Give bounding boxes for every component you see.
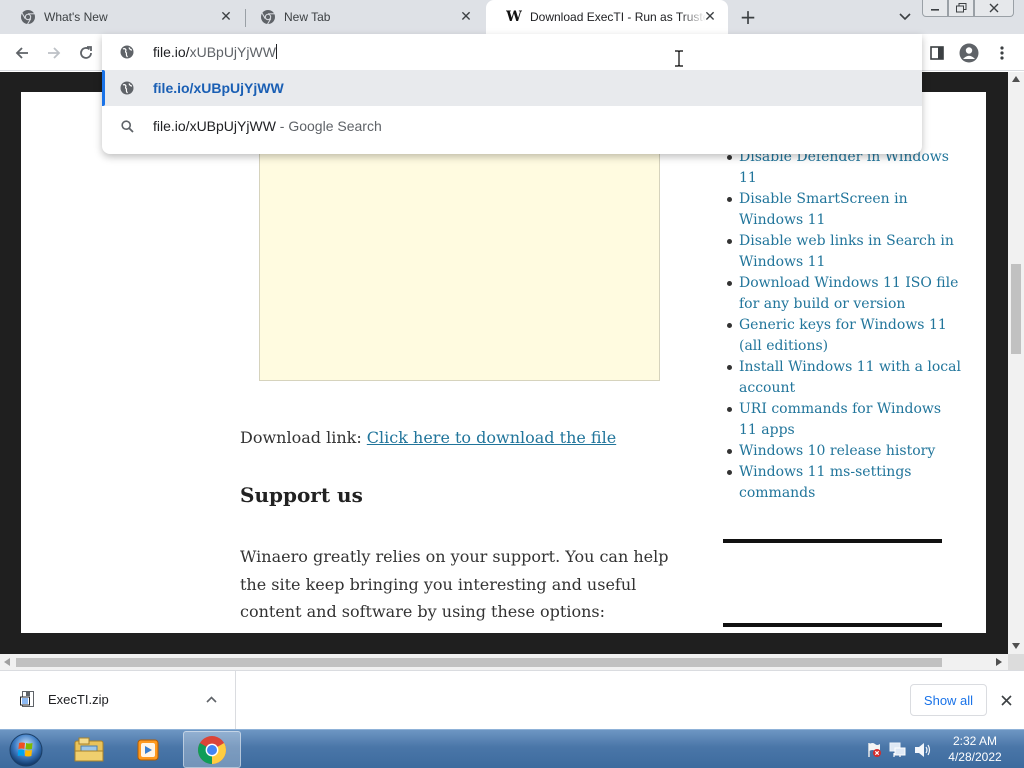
scrollbar-corner [1008, 654, 1024, 670]
sidebar-link[interactable]: URI commands for Windows 11 apps [723, 399, 963, 441]
horizontal-scrollbar[interactable] [0, 654, 1008, 670]
taskbar-chrome[interactable] [183, 731, 241, 768]
zip-file-icon [20, 691, 34, 707]
profile-avatar-icon[interactable] [957, 41, 981, 65]
suggestion-text: file.io/xUBpUjYjWW - Google Search [153, 118, 382, 134]
download-line: Download link: Click here to download th… [240, 428, 616, 447]
tab-title: New Tab [284, 10, 331, 24]
scroll-right-arrow-icon[interactable] [996, 658, 1002, 666]
chrome-icon [20, 9, 36, 25]
sidebar-link[interactable]: Disable SmartScreen in Windows 11 [723, 189, 963, 231]
address-path: xUBpUjYjWW [189, 44, 276, 60]
minimize-icon[interactable] [922, 0, 948, 17]
reload-icon[interactable] [74, 41, 98, 65]
download-shelf: ExecTI.zip Show all [0, 670, 1024, 729]
download-label: Download link: [240, 428, 362, 447]
tab-whats-new[interactable]: What's New ✕ [0, 0, 244, 34]
tab-title: What's New [44, 10, 108, 24]
horizontal-scroll-thumb[interactable] [16, 658, 942, 667]
sidebar-divider [723, 623, 942, 627]
tab-strip: What's New ✕ New Tab ✕ W Download ExecTI… [0, 0, 1024, 34]
chrome-icon [260, 9, 276, 25]
omnibox-dropdown: file.io/xUBpUjYjWW file.io/xUBpUjYjWW fi… [102, 34, 922, 154]
download-file-name: ExecTI.zip [48, 692, 109, 707]
tab-download-execti[interactable]: W Download ExecTI - Run as TrustedInstal… [486, 0, 728, 34]
address-text: file.io/xUBpUjYjWW [153, 44, 277, 60]
clock-time: 2:32 AM [952, 734, 998, 748]
taskbar-media-player[interactable] [120, 731, 178, 768]
volume-icon[interactable] [914, 742, 932, 758]
sidebar-link[interactable]: Windows 11 ms-settings commands [723, 462, 963, 504]
globe-icon [119, 44, 135, 63]
address-host: file.io/ [153, 44, 190, 60]
suggestion-search[interactable]: file.io/xUBpUjYjWW - Google Search [102, 108, 922, 144]
close-tab-icon[interactable]: ✕ [218, 9, 234, 25]
tab-new-tab[interactable]: New Tab ✕ [240, 0, 484, 34]
globe-icon [119, 80, 135, 96]
clock-date: 4/28/2022 [948, 750, 1002, 764]
article-page: Download link: Click here to download th… [21, 92, 986, 633]
back-arrow-icon[interactable] [10, 41, 34, 65]
media-player-icon [137, 739, 159, 760]
download-link[interactable]: Click here to download the file [367, 428, 616, 447]
download-item[interactable]: ExecTI.zip [0, 671, 236, 729]
restore-icon[interactable] [948, 0, 974, 17]
more-menu-icon[interactable] [990, 41, 1014, 65]
sidebar-link[interactable]: Generic keys for Windows 11 (all edition… [723, 315, 963, 357]
close-tab-icon[interactable]: ✕ [702, 9, 718, 25]
tab-search-chevron-icon[interactable] [896, 8, 914, 26]
taskbar-clock[interactable]: 2:32 AM 4/28/2022 [940, 733, 1010, 765]
text-caret [275, 44, 277, 59]
support-paragraph: Winaero greatly relies on your support. … [240, 547, 669, 621]
sidebar-link[interactable]: Download Windows 11 ISO file for any bui… [723, 273, 963, 315]
scroll-down-arrow-icon[interactable] [1012, 643, 1020, 649]
new-tab-button[interactable]: + [737, 5, 759, 29]
suggestion-suffix: - Google Search [279, 118, 382, 134]
windows-explorer-icon [74, 737, 104, 761]
start-button[interactable] [5, 730, 47, 768]
close-tab-icon[interactable]: ✕ [458, 9, 474, 25]
search-icon [119, 118, 135, 134]
text-cursor-icon [675, 50, 683, 67]
close-shelf-icon[interactable] [998, 692, 1014, 708]
network-icon[interactable] [889, 742, 907, 758]
windows-logo-icon [9, 733, 43, 766]
action-center-flag-icon[interactable] [866, 742, 882, 758]
vertical-scroll-thumb[interactable] [1011, 264, 1021, 354]
winaero-w-letter: W [506, 9, 522, 25]
sidebar-link[interactable]: Disable web links in Search in Windows 1… [723, 231, 963, 273]
support-heading: Support us [240, 483, 363, 507]
scroll-up-arrow-icon[interactable] [1012, 76, 1020, 82]
side-panel-icon[interactable] [925, 41, 949, 65]
forward-arrow-icon[interactable] [42, 41, 66, 65]
chrome-icon [198, 735, 226, 764]
address-bar-input[interactable]: file.io/xUBpUjYjWW [102, 34, 922, 70]
sidebar-link-list: Disable Defender in Windows 11 Disable S… [723, 147, 963, 504]
taskbar-explorer[interactable] [60, 731, 118, 768]
vertical-scrollbar[interactable] [1008, 72, 1024, 654]
suggestion-query: file.io/xUBpUjYjWW [153, 118, 276, 134]
tab-title: Download ExecTI - Run as TrustedInstalle… [530, 10, 706, 24]
winaero-w-icon: W [506, 9, 522, 25]
scroll-left-arrow-icon[interactable] [4, 658, 10, 666]
sidebar-divider [723, 539, 942, 543]
show-all-button[interactable]: Show all [910, 684, 987, 716]
page-viewport: Download link: Click here to download th… [0, 72, 1008, 654]
close-window-icon[interactable] [974, 0, 1014, 17]
sidebar-link[interactable]: Install Windows 11 with a local account [723, 357, 963, 399]
chevron-up-icon[interactable] [206, 696, 217, 703]
suggestion-url[interactable]: file.io/xUBpUjYjWW [102, 70, 922, 106]
windows-taskbar: 2:32 AM 4/28/2022 [0, 729, 1024, 768]
window-controls [922, 0, 1014, 17]
sidebar-link[interactable]: Windows 10 release history [723, 441, 963, 462]
suggestion-text: file.io/xUBpUjYjWW [153, 80, 284, 96]
